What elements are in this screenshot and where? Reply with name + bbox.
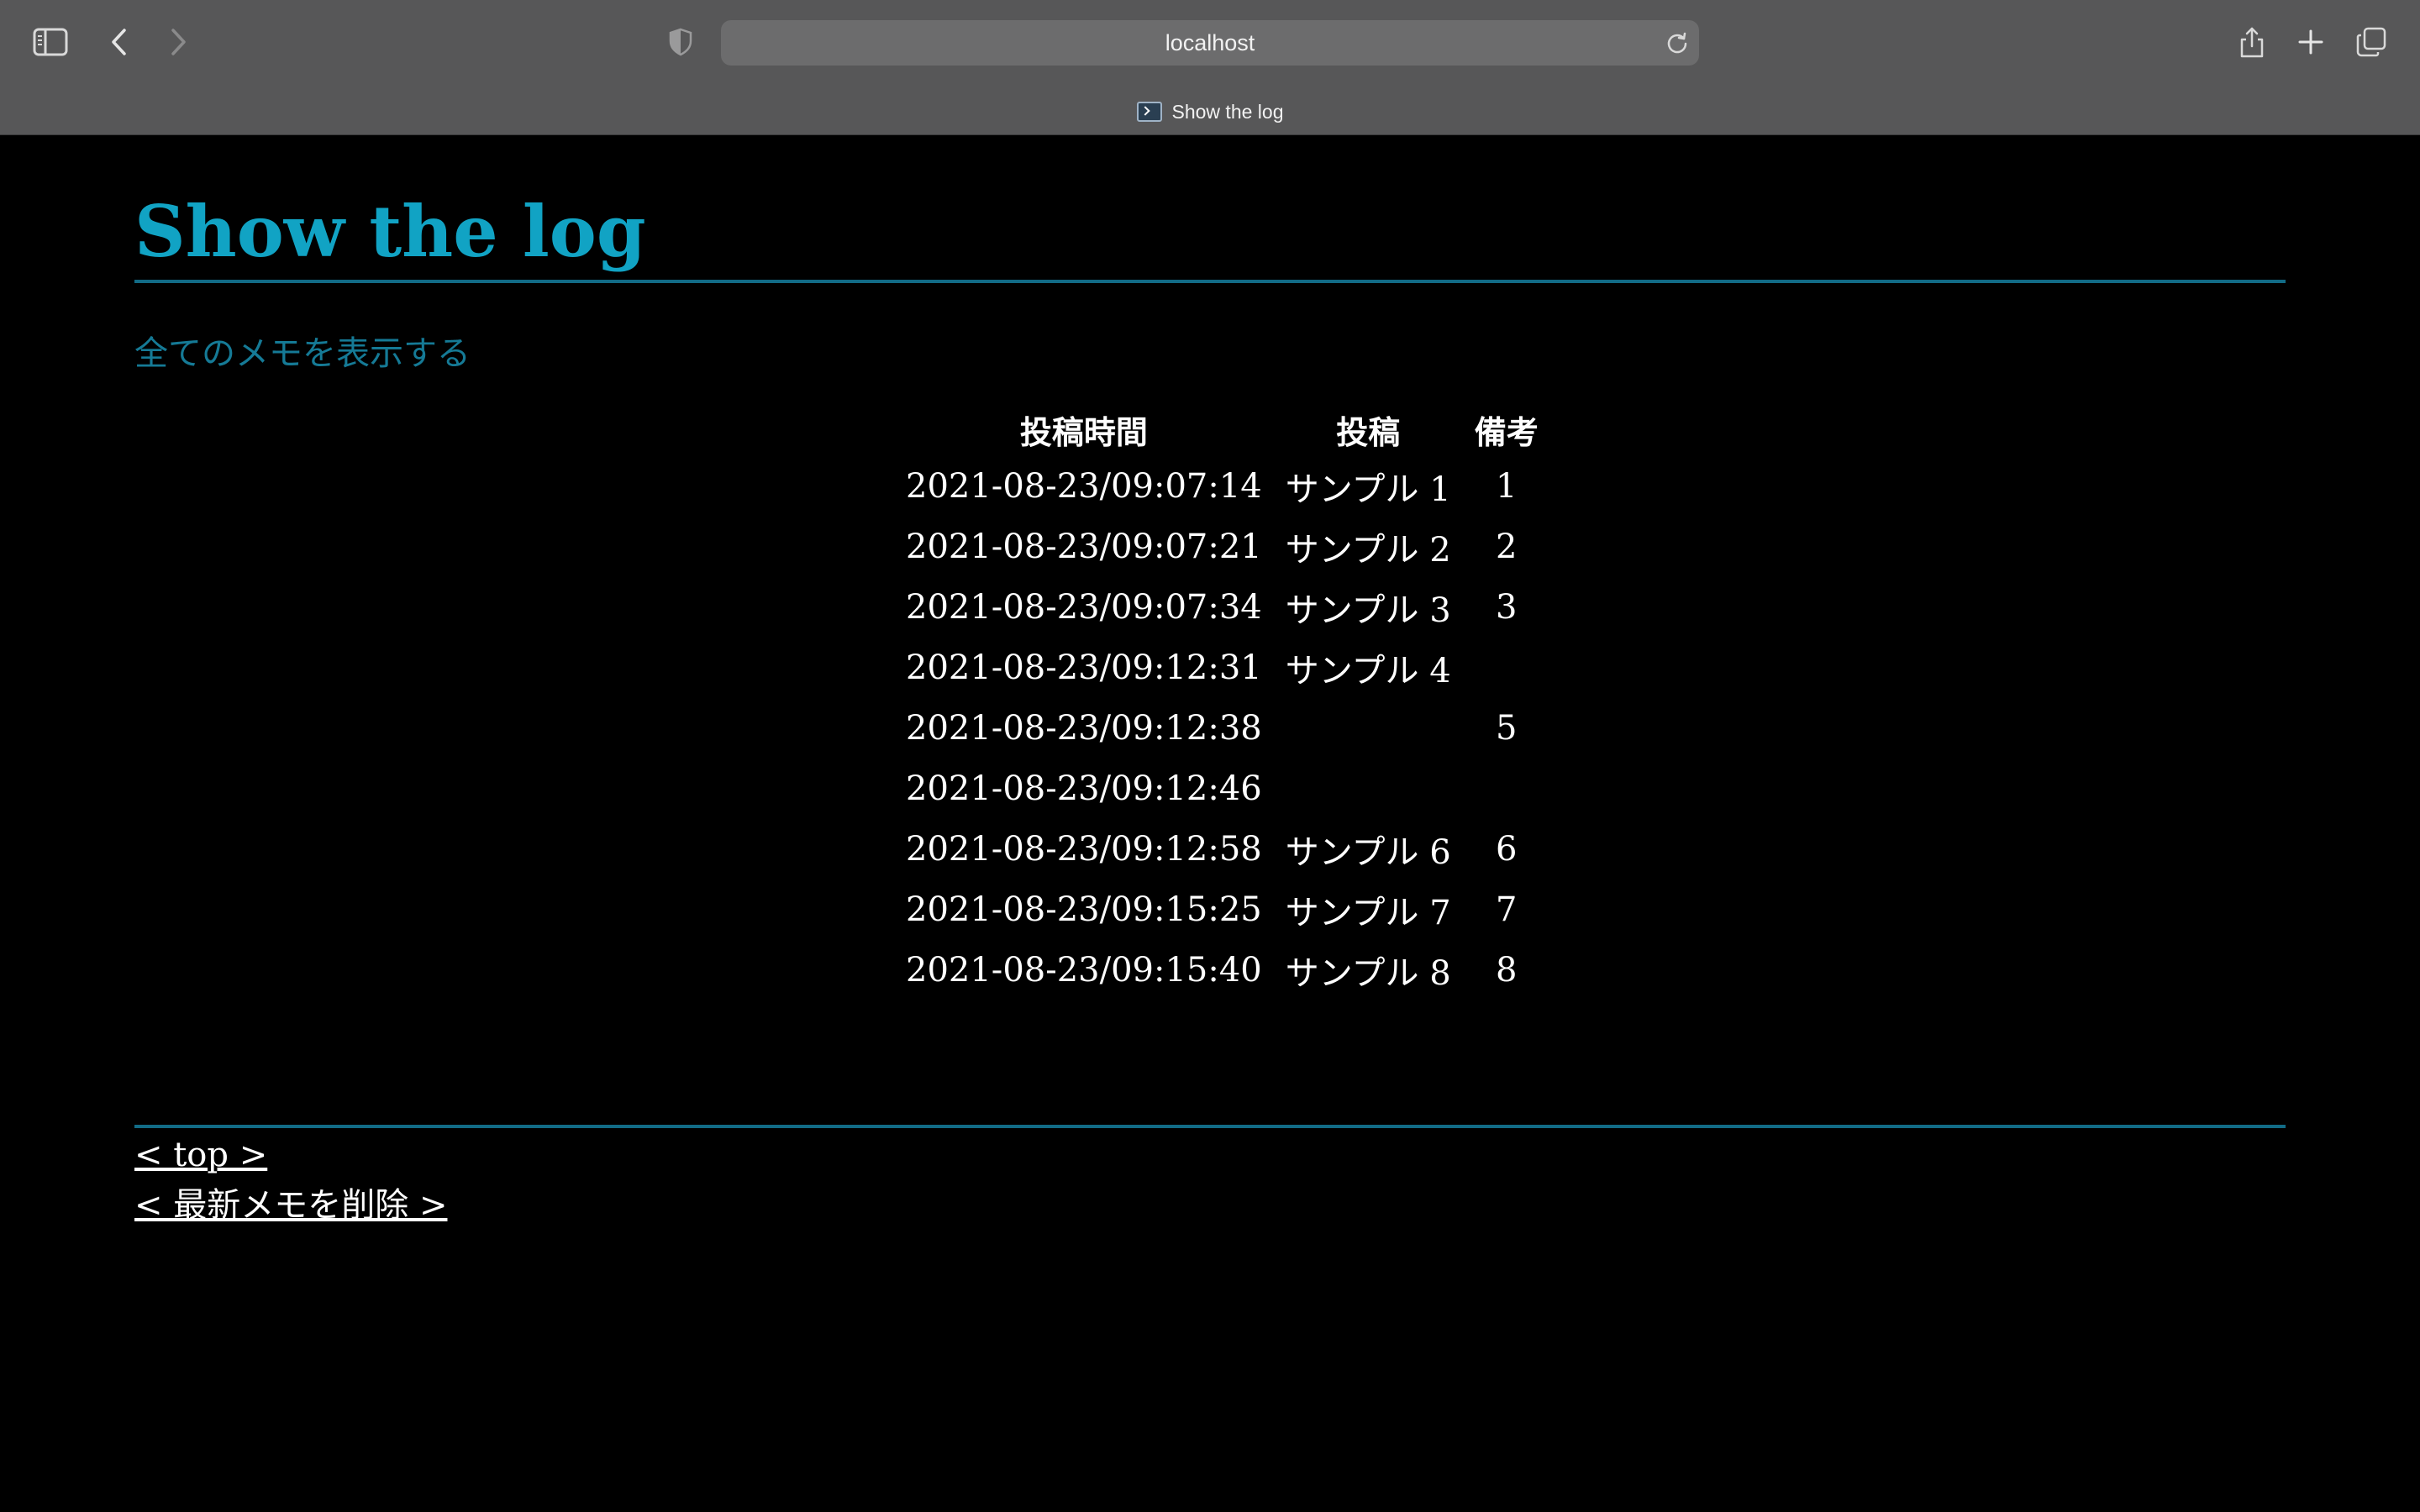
cell-note: 2 — [1496, 528, 1518, 566]
tab-overview-icon[interactable] — [2348, 18, 2395, 66]
cell-post: サンプル 8 — [1285, 954, 1451, 993]
cell-post: サンプル 7 — [1285, 894, 1451, 932]
cell-post: サンプル 3 — [1285, 591, 1451, 630]
cell-note: 7 — [1496, 890, 1518, 929]
table-row: 2021-08-23/09:12:31 サンプル 4 — [894, 638, 1550, 698]
table-row: 2021-08-23/09:12:38 5 — [894, 698, 1550, 759]
cell-post — [1274, 759, 1463, 819]
terminal-favicon-icon — [1136, 102, 1162, 122]
cell-post-time: 2021-08-23/09:12:46 — [906, 769, 1262, 808]
log-table: 投稿時間 投稿 備考 2021-08-23/09:07:14 サンプル 1 1 … — [894, 402, 1550, 1000]
address-bar[interactable]: localhost — [721, 20, 1699, 66]
cell-post: サンプル 1 — [1285, 470, 1451, 509]
browser-toolbar: localhost Show the log — [0, 0, 2420, 135]
forward-arrow-icon[interactable] — [155, 18, 202, 66]
cell-post: サンプル 6 — [1285, 833, 1451, 872]
back-arrow-icon[interactable] — [96, 18, 143, 66]
cell-note — [1463, 759, 1550, 819]
cell-post-time: 2021-08-23/09:07:21 — [906, 528, 1262, 566]
cell-post-time: 2021-08-23/09:15:25 — [906, 890, 1262, 929]
delete-latest-memo-link[interactable]: < 最新メモを削除 > — [134, 1182, 447, 1229]
cell-post: サンプル 4 — [1285, 652, 1451, 690]
footer-divider — [134, 1125, 2286, 1128]
table-row: 2021-08-23/09:07:14 サンプル 1 1 — [894, 456, 1550, 517]
cell-post-time: 2021-08-23/09:12:58 — [906, 830, 1262, 869]
cell-note — [1463, 638, 1550, 698]
sidebar-toggle-icon[interactable] — [27, 18, 74, 66]
table-row: 2021-08-23/09:12:46 — [894, 759, 1550, 819]
cell-note: 3 — [1496, 588, 1518, 627]
cell-post: サンプル 2 — [1285, 531, 1451, 570]
header-post: 投稿 — [1336, 412, 1401, 451]
share-icon[interactable] — [2228, 18, 2275, 66]
cell-note: 8 — [1496, 951, 1518, 990]
header-note: 備考 — [1474, 412, 1539, 451]
new-tab-plus-icon[interactable] — [2287, 18, 2334, 66]
cell-note: 5 — [1496, 709, 1518, 748]
cell-post-time: 2021-08-23/09:07:14 — [906, 467, 1262, 506]
table-row: 2021-08-23/09:15:25 サンプル 7 7 — [894, 879, 1550, 940]
address-bar-url[interactable]: localhost — [721, 20, 1699, 66]
cell-post-time: 2021-08-23/09:12:31 — [906, 648, 1262, 687]
table-row: 2021-08-23/09:12:58 サンプル 6 6 — [894, 819, 1550, 879]
cell-post-time: 2021-08-23/09:12:38 — [906, 709, 1262, 748]
top-link[interactable]: < top > — [134, 1131, 267, 1179]
title-divider — [134, 280, 2286, 283]
page-content: Show the log 全てのメモを表示する 投稿時間 投稿 備考 2021-… — [0, 135, 2420, 1512]
page-title: Show the log — [134, 190, 646, 273]
table-row: 2021-08-23/09:07:21 サンプル 2 2 — [894, 517, 1550, 577]
cell-note: 1 — [1496, 467, 1518, 506]
header-post-time: 投稿時間 — [1019, 412, 1148, 451]
show-all-memos-link[interactable]: 全てのメモを表示する — [134, 330, 471, 377]
table-row: 2021-08-23/09:15:40 サンプル 8 8 — [894, 940, 1550, 1000]
cell-note: 6 — [1496, 830, 1518, 869]
cell-post-time: 2021-08-23/09:15:40 — [906, 951, 1262, 990]
cell-post-time: 2021-08-23/09:07:34 — [906, 588, 1262, 627]
tab-title: Show the log — [1171, 100, 1284, 123]
active-tab[interactable]: Show the log — [0, 92, 2420, 131]
table-row: 2021-08-23/09:07:34 サンプル 3 3 — [894, 577, 1550, 638]
cell-post — [1274, 698, 1463, 759]
table-header-row: 投稿時間 投稿 備考 — [894, 402, 1550, 456]
reload-icon[interactable] — [1665, 31, 1689, 55]
privacy-shield-icon[interactable] — [657, 18, 704, 66]
